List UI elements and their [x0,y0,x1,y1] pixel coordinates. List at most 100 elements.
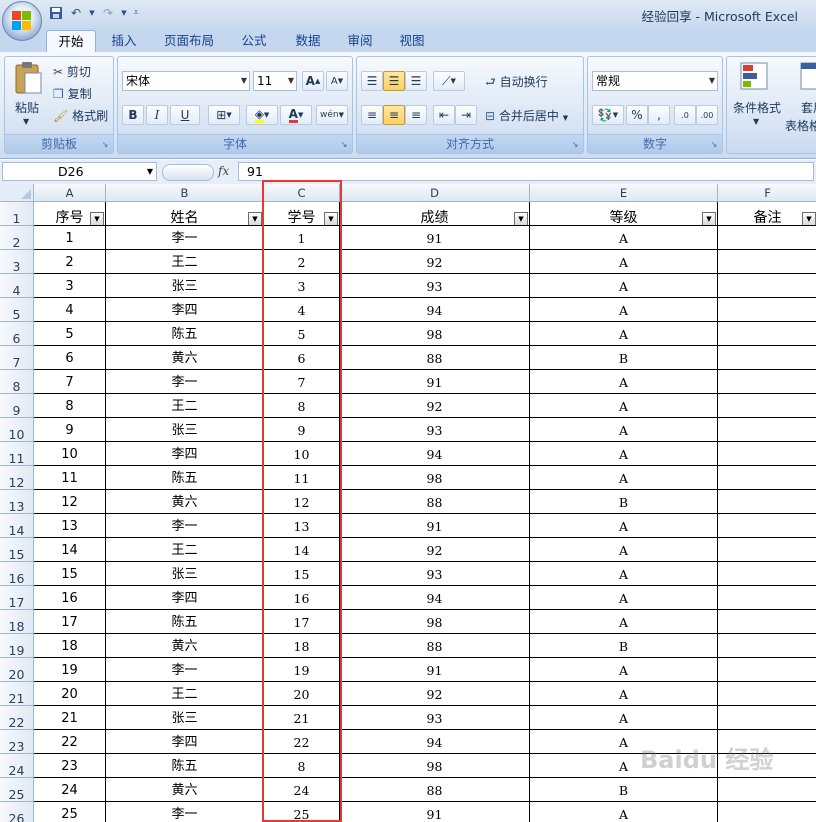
cell-e[interactable]: B [530,490,718,514]
increase-decimal-button[interactable]: .0 [674,105,696,125]
row-header[interactable]: 3 [0,250,34,274]
cell-c[interactable]: 14 [264,538,340,562]
header-cell-a[interactable]: 序号 ▼ [34,202,106,226]
header-cell-c[interactable]: 学号 ▼ [264,202,340,226]
cell-a[interactable]: 4 [34,298,106,322]
cell-d[interactable]: 92 [340,682,530,706]
row-header[interactable]: 15 [0,538,34,562]
cell-b[interactable]: 张三 [106,706,264,730]
grow-font-button[interactable]: A ▲ [302,71,324,91]
cell-c[interactable]: 9 [264,418,340,442]
header-cell-e[interactable]: 等级 ▼ [530,202,718,226]
insert-function-icon[interactable]: fx [218,164,229,178]
percent-button[interactable]: % [626,105,648,125]
cell-a[interactable]: 21 [34,706,106,730]
cell-c[interactable]: 4 [264,298,340,322]
cell-d[interactable]: 93 [340,274,530,298]
cell-f[interactable] [718,490,816,514]
cell-f[interactable] [718,610,816,634]
cell-a[interactable]: 7 [34,370,106,394]
header-cell-b[interactable]: 姓名 ▼ [106,202,264,226]
cut-button[interactable]: ✂ 剪切 [53,63,91,80]
cell-f[interactable] [718,634,816,658]
filter-dropdown-icon[interactable]: ▼ [248,212,262,225]
decrease-decimal-button[interactable]: .00 [696,105,718,125]
cell-c[interactable]: 8 [264,394,340,418]
align-left-button[interactable]: ≡ [361,105,383,125]
wrap-text-button[interactable]: ⮐ 自动换行 [485,73,548,94]
filter-dropdown-icon[interactable]: ▼ [324,212,338,225]
cell-a[interactable]: 13 [34,514,106,538]
cell-c[interactable]: 11 [264,466,340,490]
cell-d[interactable]: 92 [340,394,530,418]
align-middle-button[interactable]: ☰ [383,71,405,91]
cell-a[interactable]: 12 [34,490,106,514]
cell-a[interactable]: 24 [34,778,106,802]
cell-b[interactable]: 张三 [106,274,264,298]
cell-d[interactable]: 98 [340,466,530,490]
cell-f[interactable] [718,322,816,346]
cell-e[interactable]: A [530,442,718,466]
cell-a[interactable]: 16 [34,586,106,610]
font-color-button[interactable]: A ▼ [280,105,312,125]
cell-e[interactable]: A [530,562,718,586]
cell-d[interactable]: 91 [340,802,530,822]
cell-d[interactable]: 88 [340,346,530,370]
cell-c[interactable]: 20 [264,682,340,706]
cell-c[interactable]: 6 [264,346,340,370]
cell-b[interactable]: 张三 [106,418,264,442]
cell-d[interactable]: 94 [340,442,530,466]
filter-dropdown-icon[interactable]: ▼ [802,212,816,225]
cell-c[interactable]: 15 [264,562,340,586]
column-header-b[interactable]: B [106,184,264,202]
shrink-font-button[interactable]: A ▼ [326,71,348,91]
cell-e[interactable]: A [530,514,718,538]
tab-home[interactable]: 开始 [46,30,96,53]
cell-e[interactable]: A [530,658,718,682]
underline-button[interactable]: U [170,105,200,125]
cell-c[interactable]: 5 [264,322,340,346]
cell-e[interactable]: A [530,226,718,250]
row-header[interactable]: 1 [0,202,34,226]
cell-a[interactable]: 8 [34,394,106,418]
cell-d[interactable]: 94 [340,730,530,754]
cell-f[interactable] [718,562,816,586]
italic-button[interactable]: I [146,105,168,125]
cell-d[interactable]: 93 [340,562,530,586]
cell-b[interactable]: 李一 [106,226,264,250]
cell-d[interactable]: 92 [340,250,530,274]
cell-f[interactable] [718,346,816,370]
row-header[interactable]: 5 [0,298,34,322]
cell-b[interactable]: 王二 [106,538,264,562]
filter-dropdown-icon[interactable]: ▼ [514,212,528,225]
cell-e[interactable]: A [530,682,718,706]
decrease-indent-button[interactable]: ⇤ [433,105,455,125]
customize-qat-icon[interactable]: ⩡ [132,5,140,21]
column-header-c[interactable]: C [264,184,340,202]
cell-b[interactable]: 黄六 [106,490,264,514]
cell-c[interactable]: 18 [264,634,340,658]
cell-a[interactable]: 2 [34,250,106,274]
cell-e[interactable]: A [530,274,718,298]
cell-d[interactable]: 98 [340,610,530,634]
cell-f[interactable] [718,658,816,682]
select-all-button[interactable] [0,184,34,202]
cell-e[interactable]: A [530,586,718,610]
header-cell-d[interactable]: 成绩 ▼ [340,202,530,226]
row-header[interactable]: 19 [0,634,34,658]
align-top-button[interactable]: ☰ [361,71,383,91]
dialog-launcher-icon[interactable]: ↘ [339,140,349,150]
row-header[interactable]: 16 [0,562,34,586]
cell-b[interactable]: 李四 [106,586,264,610]
cell-d[interactable]: 91 [340,370,530,394]
cell-c[interactable]: 24 [264,778,340,802]
cell-a[interactable]: 5 [34,322,106,346]
dialog-launcher-icon[interactable]: ↘ [570,140,580,150]
cell-e[interactable]: A [530,250,718,274]
name-box[interactable]: D26 ▼ [2,162,157,181]
merge-center-button[interactable]: ⊟ 合并后居中 ▼ [485,107,568,124]
cell-e[interactable]: B [530,346,718,370]
dialog-launcher-icon[interactable]: ↘ [709,140,719,150]
cell-a[interactable]: 14 [34,538,106,562]
cell-b[interactable]: 张三 [106,562,264,586]
